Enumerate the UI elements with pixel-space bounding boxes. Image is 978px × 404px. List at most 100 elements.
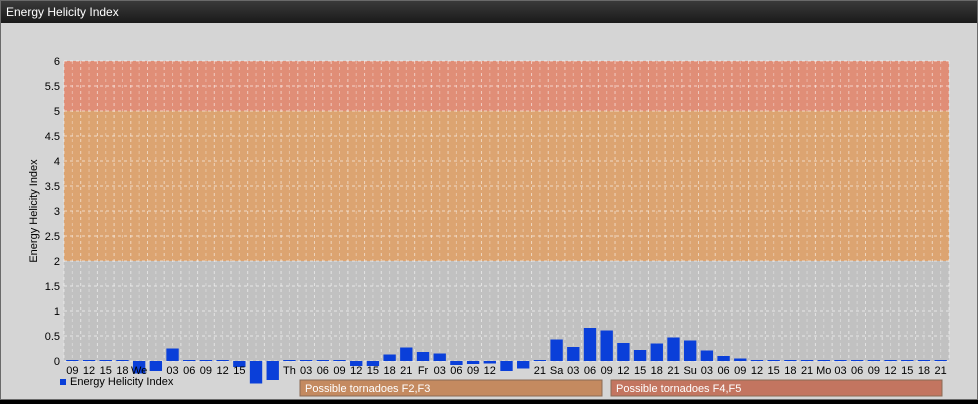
bar [667, 337, 680, 361]
bar [183, 360, 196, 361]
bar [767, 360, 780, 361]
y-tick-label: 4 [54, 156, 60, 168]
bar [199, 360, 213, 361]
x-tick-label: 06 [584, 365, 596, 377]
bar [416, 352, 430, 361]
x-tick-label: Th [283, 365, 296, 377]
x-tick-label: 12 [884, 365, 896, 377]
x-tick-label: 12 [217, 365, 229, 377]
x-tick-label: 03 [567, 365, 579, 377]
x-tick-label: 15 [634, 365, 646, 377]
bar [299, 360, 313, 361]
annotation-label: Possible tornadoes F2,F3 [305, 383, 430, 395]
bar [82, 360, 96, 361]
bar [533, 360, 547, 361]
x-tick-label: 03 [300, 365, 312, 377]
bar [850, 360, 864, 361]
window-title: Energy Helicity Index [1, 1, 977, 23]
bar [583, 328, 597, 361]
bar [316, 360, 329, 361]
bar [483, 361, 496, 364]
bar [617, 343, 630, 361]
bar [249, 361, 263, 384]
bar [934, 360, 947, 361]
y-tick-label: 4.5 [45, 131, 60, 143]
x-tick-label: 12 [751, 365, 763, 377]
bar [500, 361, 513, 371]
bar [800, 360, 814, 361]
bar [901, 360, 914, 361]
x-tick-label: 15 [233, 365, 245, 377]
bar [66, 360, 79, 361]
y-tick-label: 1 [54, 306, 60, 318]
y-tick-label: 5.5 [45, 81, 60, 93]
x-tick-label: Su [683, 365, 696, 377]
bar [633, 350, 647, 361]
x-tick-label: Mo [816, 365, 831, 377]
bar [116, 360, 129, 361]
x-tick-label: 21 [801, 365, 813, 377]
bar [600, 330, 613, 361]
x-tick-label: Sa [550, 365, 564, 377]
x-tick-label: 15 [768, 365, 780, 377]
bar [550, 339, 563, 361]
x-tick-label: 03 [701, 365, 713, 377]
bar [734, 358, 747, 361]
bar [149, 361, 163, 371]
bar [517, 361, 530, 369]
x-tick-label: 09 [200, 365, 212, 377]
plot-area: 0 0.5 1 1.5 2 2.5 3 3.5 4 4.5 5 5.5 6 Energy Helicity… [2, 23, 977, 399]
x-tick-label: 18 [918, 365, 930, 377]
bar [99, 360, 112, 361]
x-tick-label: 18 [651, 365, 663, 377]
bar [383, 354, 396, 361]
x-tick-label: Fr [418, 365, 429, 377]
bar [917, 360, 931, 361]
x-tick-label: 09 [601, 365, 613, 377]
y-tick-label: 3 [54, 206, 60, 218]
chart-window: Energy Helicity Index 0 0.5 1 1.5 2 2.5 3 3.5 4 4… [0, 0, 978, 400]
x-tick-label: 21 [667, 365, 679, 377]
bar [884, 360, 897, 361]
bar [717, 356, 730, 361]
legend-swatch [60, 379, 66, 385]
bar [867, 360, 881, 361]
x-tick-label: 21 [534, 365, 546, 377]
x-tick-label: 06 [717, 365, 729, 377]
bar [650, 343, 663, 361]
x-tick-label: 03 [434, 365, 446, 377]
x-tick-label: 09 [333, 365, 345, 377]
x-tick-label: 06 [183, 365, 195, 377]
x-tick-label: 21 [400, 365, 412, 377]
legend-label: Energy Helicity Index [70, 376, 174, 388]
bar [817, 360, 830, 361]
x-tick-label: 18 [784, 365, 796, 377]
x-tick-label: 12 [484, 365, 496, 377]
ehi-chart: 0 0.5 1 1.5 2 2.5 3 3.5 4 4.5 5 5.5 6 Energy Helicity… [28, 56, 950, 397]
bar [216, 360, 229, 361]
y-tick-label: 0.5 [45, 331, 60, 343]
x-tick-label: 15 [901, 365, 913, 377]
y-tick-label: 3.5 [45, 181, 60, 193]
x-tick-label: 09 [734, 365, 746, 377]
bar [700, 350, 714, 361]
bar [784, 360, 797, 361]
y-tick-label: 0 [54, 356, 60, 368]
y-tick-label: 2.5 [45, 231, 60, 243]
x-tick-label: 09 [868, 365, 880, 377]
y-tick-label: 1.5 [45, 281, 60, 293]
annotation-label: Possible tornadoes F4,F5 [616, 383, 741, 395]
bar [567, 347, 580, 361]
y-tick-label: 5 [54, 106, 60, 118]
y-tick-label: 2 [54, 256, 60, 268]
bar [400, 347, 413, 361]
x-tick-label: 21 [935, 365, 947, 377]
bar [684, 340, 697, 361]
bar [834, 360, 847, 361]
bar [266, 361, 279, 380]
x-tick-label: 06 [851, 365, 863, 377]
bar [283, 360, 296, 361]
y-axis-label: Energy Helicity Index [28, 159, 40, 263]
x-tick-label: 06 [450, 365, 462, 377]
bar [466, 361, 480, 364]
